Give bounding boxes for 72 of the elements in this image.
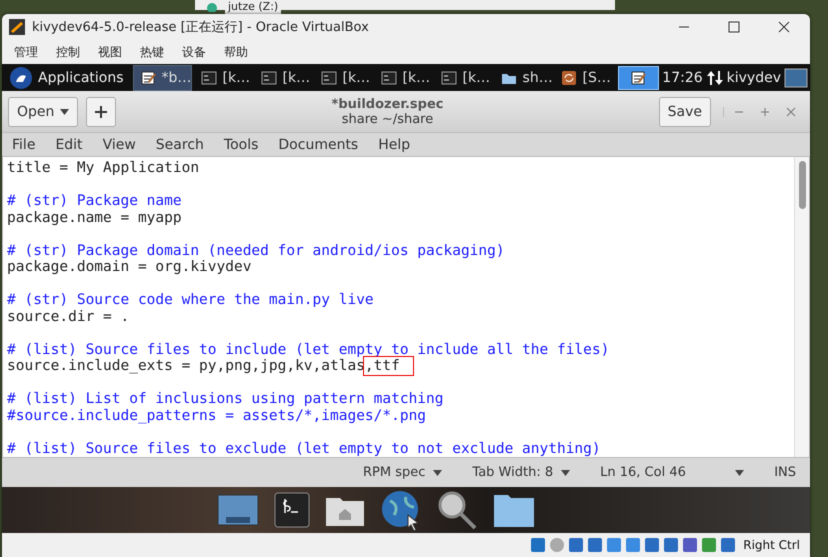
language-selector[interactable]: RPM spec [363,465,442,480]
menu-item[interactable]: 管理 [14,44,38,61]
terminal-icon[interactable] [274,492,310,528]
drive-label[interactable]: jutze (Z:) [225,0,282,14]
code-line: source.dir = . [7,308,130,325]
clock: 17:26 [662,70,703,86]
scrollbar[interactable] [794,157,809,458]
taskbar-button[interactable]: [k… [314,66,372,90]
taskbar-button[interactable]: [k… [434,66,492,90]
menu-item[interactable]: 设备 [182,44,206,61]
menu-item[interactable]: Tools [224,136,258,153]
code-comment: # (str) Source code where the main.py live [7,292,374,308]
tab-width-selector[interactable]: Tab Width: 8 [472,465,570,480]
code-line: package.name = myapp [7,210,182,226]
code-line: title = My Application [7,160,200,176]
notepad-icon [140,70,156,86]
code-comment: #source.include_patterns = assets/*,images/*.png [7,408,426,424]
document-path: share ~/share [342,112,434,127]
menu-item[interactable]: 热键 [140,44,164,61]
terminal-icon [440,70,457,86]
code-line: package.domain = org.kivydev [7,259,252,276]
taskbar-button[interactable]: [k… [254,66,312,90]
notepad-icon [630,70,646,86]
menu-item[interactable]: File [12,136,36,153]
taskbar-button[interactable]: sh… [494,66,552,90]
taskbar-button[interactable]: [k… [374,66,432,90]
app-icon [8,18,26,36]
desktop-icon[interactable] [784,68,808,88]
host-key-label: Right Ctrl [743,538,800,552]
caret-icon [561,470,570,476]
globe-icon[interactable] [380,489,422,532]
insert-mode: INS [774,465,796,480]
caret-icon [60,108,70,115]
menu-item[interactable]: Documents [278,136,358,153]
taskbar-button[interactable]: [S… [554,66,612,90]
window-title: kivydev64-5.0-release [正在运行] - Oracle VirtualBox [32,19,370,36]
terminal-icon [320,70,337,86]
applications-menu[interactable]: Applications [4,66,130,89]
save-button[interactable]: Save [658,96,711,127]
taskbar-button[interactable]: *b… [132,64,192,91]
magnifier-icon[interactable] [436,489,478,532]
menu-item[interactable]: 控制 [56,44,80,61]
code-comment: # (str) Package domain (needed for android/ios packaging) [7,242,505,259]
code-comment: # (list) List of inclusions using pattern matching [7,391,444,408]
open-button[interactable]: Open [8,96,78,127]
menu-item[interactable]: Search [156,136,204,153]
terminal-icon [200,70,217,86]
menu-item[interactable]: 帮助 [224,44,248,61]
terminal-icon [380,70,397,86]
highlighted-code: ,ttf [364,358,412,374]
code-comment: # (list) Source files to include (let empty to include all the files) [7,342,610,358]
terminal-icon [260,70,277,86]
menu-item[interactable]: 视图 [98,44,122,61]
network-arrows-icon [706,68,724,87]
code-comment: # (list) Source files to exclude (let empty to not exclude anything) [7,440,601,457]
document-title: *buildozer.spec [332,96,444,112]
new-tab-button[interactable] [86,96,116,127]
caret-icon [735,470,744,476]
cursor-position[interactable]: Ln 16, Col 46 [600,465,744,480]
caret-icon [433,470,442,476]
maximize-icon[interactable] [728,21,740,34]
workspace-button[interactable] [618,66,660,90]
code-comment: # (str) Package name [7,193,182,210]
menu-item[interactable]: Help [378,136,410,153]
menu-item[interactable]: View [102,136,136,153]
code-line: source.include_exts = py,png,jpg,kv,atlas [7,358,365,374]
plus-icon [95,106,108,118]
close-icon[interactable] [778,21,790,34]
user-name: kivydev [726,70,781,86]
sync-icon [560,70,577,86]
taskbar-button[interactable]: [k… [194,66,252,90]
menu-item[interactable]: Edit [55,136,83,153]
